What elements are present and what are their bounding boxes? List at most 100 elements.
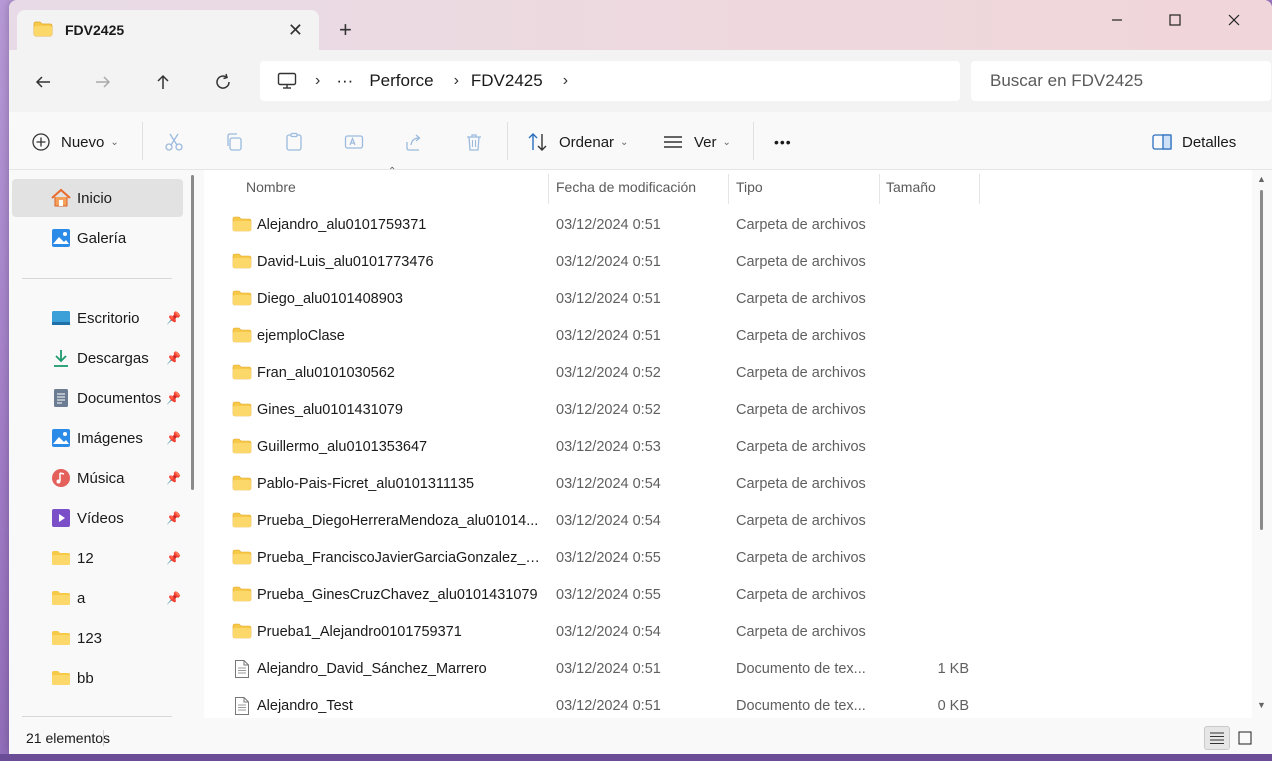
search-input[interactable]: Buscar en FDV2425: [971, 61, 1271, 101]
breadcrumb-chevron-icon[interactable]: ›: [315, 72, 320, 90]
breadcrumb-chevron-icon[interactable]: ›: [563, 72, 568, 90]
breadcrumb-perforce[interactable]: Perforce: [369, 71, 433, 91]
sidebar-item-imagenes[interactable]: Imágenes 📌: [12, 419, 183, 457]
column-divider[interactable]: [548, 174, 549, 204]
close-window-button[interactable]: [1214, 8, 1254, 32]
sidebar-item-123[interactable]: 123: [12, 619, 183, 657]
column-divider[interactable]: [728, 174, 729, 204]
file-date: 03/12/2024 0:55: [556, 587, 661, 603]
sidebar-item-videos[interactable]: Vídeos 📌: [12, 499, 183, 537]
pin-icon[interactable]: 📌: [166, 511, 181, 525]
file-date: 03/12/2024 0:54: [556, 624, 661, 640]
table-row[interactable]: Prueba_DiegoHerreraMendoza_alu01014... 03…: [204, 504, 1252, 541]
sidebar-divider: [22, 716, 172, 717]
address-bar[interactable]: › ··· Perforce › FDV2425 ›: [260, 61, 960, 101]
scroll-down-icon[interactable]: ▼: [1257, 700, 1266, 710]
pin-icon[interactable]: 📌: [166, 471, 181, 485]
delete-button[interactable]: [464, 129, 484, 155]
sidebar-item-escritorio[interactable]: Escritorio 📌: [12, 299, 183, 337]
pin-icon[interactable]: 📌: [166, 311, 181, 325]
table-row[interactable]: Gines_alu0101431079 03/12/2024 0:52 Carpet…: [204, 393, 1252, 430]
file-name: Alejandro_alu0101759371: [257, 217, 427, 233]
back-button[interactable]: [29, 68, 57, 96]
forward-button[interactable]: [89, 68, 117, 96]
sidebar-item-documentos[interactable]: Documentos 📌: [12, 379, 183, 417]
file-date: 03/12/2024 0:53: [556, 439, 661, 455]
new-button[interactable]: Nuevo ⌄: [31, 129, 119, 155]
file-size: 0 KB: [937, 698, 969, 714]
column-divider[interactable]: [979, 174, 980, 204]
table-row[interactable]: David-Luis_alu0101773476 03/12/2024 0:51 C…: [204, 245, 1252, 282]
breadcrumb-more-button[interactable]: ···: [336, 71, 353, 91]
file-date: 03/12/2024 0:51: [556, 217, 661, 233]
table-row[interactable]: Prueba1_Alejandro0101759371 03/12/2024 0:…: [204, 615, 1252, 652]
scrollbar-thumb[interactable]: [1260, 190, 1263, 530]
table-row[interactable]: Guillermo_alu0101353647 03/12/2024 0:53 Ca…: [204, 430, 1252, 467]
share-button[interactable]: [404, 129, 424, 155]
column-header-name[interactable]: Nombre: [246, 170, 296, 204]
table-row[interactable]: Fran_alu0101030562 03/12/2024 0:52 Carpeta…: [204, 356, 1252, 393]
sidebar-item-12[interactable]: 12 📌: [12, 539, 183, 577]
desktop-icon: [50, 307, 72, 329]
column-header-date[interactable]: Fecha de modificación: [556, 170, 696, 204]
pin-icon[interactable]: 📌: [166, 351, 181, 365]
sort-button[interactable]: Ordenar ⌄: [527, 129, 628, 155]
sidebar-item-label: Galería: [77, 229, 127, 247]
breadcrumb-fdv2425[interactable]: FDV2425: [471, 71, 543, 91]
text-file-icon: [234, 659, 254, 679]
toolbar-divider: [507, 122, 508, 160]
up-button[interactable]: [149, 68, 177, 96]
tiles-view-button[interactable]: [1232, 726, 1258, 750]
details-view-button[interactable]: [1204, 726, 1230, 750]
table-row[interactable]: Diego_alu0101408903 03/12/2024 0:51 Carpet…: [204, 282, 1252, 319]
table-row[interactable]: Alejandro_alu0101759371 03/12/2024 0:51 Ca…: [204, 208, 1252, 245]
file-type: Carpeta de archivos: [736, 513, 866, 529]
pin-icon[interactable]: 📌: [166, 391, 181, 405]
column-header-size[interactable]: Tamaño: [886, 170, 936, 204]
breadcrumb-chevron-icon[interactable]: ›: [454, 72, 459, 90]
table-row[interactable]: ejemploClase 03/12/2024 0:51 Carpeta de ar…: [204, 319, 1252, 356]
scroll-up-icon[interactable]: ▲: [1257, 174, 1266, 184]
table-row[interactable]: Prueba_GinesCruzChavez_alu0101431079 03/1…: [204, 578, 1252, 615]
table-row[interactable]: Pablo-Pais-Ficret_alu0101311135 03/12/202…: [204, 467, 1252, 504]
folder-icon: [232, 327, 252, 347]
pin-icon[interactable]: 📌: [166, 431, 181, 445]
chevron-down-icon: ⌄: [110, 136, 119, 148]
new-tab-button[interactable]: +: [339, 18, 352, 42]
column-header-type[interactable]: Tipo: [736, 170, 763, 204]
details-button[interactable]: Detalles: [1152, 129, 1236, 155]
computer-icon[interactable]: [277, 72, 297, 90]
file-list-scrollbar[interactable]: ▲ ▼: [1252, 170, 1272, 718]
tab-close-icon[interactable]: ✕: [288, 20, 303, 40]
pin-icon[interactable]: 📌: [166, 591, 181, 605]
folder-icon: [50, 587, 72, 609]
minimize-button[interactable]: [1097, 8, 1137, 32]
sidebar-item-bb[interactable]: bb: [12, 659, 183, 697]
folder-icon: [232, 401, 252, 421]
sidebar-item-musica[interactable]: Música 📌: [12, 459, 183, 497]
refresh-button[interactable]: [209, 68, 237, 96]
refresh-icon: [216, 73, 230, 89]
table-row[interactable]: Alejandro_David_Sánchez_Marrero 03/12/202…: [204, 652, 1252, 689]
table-row[interactable]: Prueba_FranciscoJavierGarciaGonzalez_al.…: [204, 541, 1252, 578]
sidebar-item-a[interactable]: a 📌: [12, 579, 183, 617]
copy-button[interactable]: [224, 129, 244, 155]
view-button[interactable]: Ver ⌄: [662, 129, 731, 155]
paste-button[interactable]: [284, 129, 304, 155]
folder-icon: [232, 623, 252, 643]
tab-fdv2425[interactable]: FDV2425 ✕: [17, 10, 319, 50]
pin-icon[interactable]: 📌: [166, 551, 181, 565]
sidebar-item-galeria[interactable]: Galería: [12, 219, 183, 257]
more-options-button[interactable]: •••: [774, 129, 792, 155]
sidebar-item-inicio[interactable]: Inicio: [12, 179, 183, 217]
column-divider[interactable]: [879, 174, 880, 204]
maximize-button[interactable]: [1155, 8, 1195, 32]
paste-icon: [286, 132, 302, 151]
cut-button[interactable]: [164, 129, 184, 155]
sidebar-item-descargas[interactable]: Descargas 📌: [12, 339, 183, 377]
sidebar-item-label: Escritorio: [77, 309, 140, 327]
sort-ascending-icon: ⌃: [388, 166, 397, 177]
rename-button[interactable]: [344, 129, 364, 155]
back-arrow-icon: [35, 76, 50, 88]
sidebar-scrollbar[interactable]: [191, 175, 194, 490]
